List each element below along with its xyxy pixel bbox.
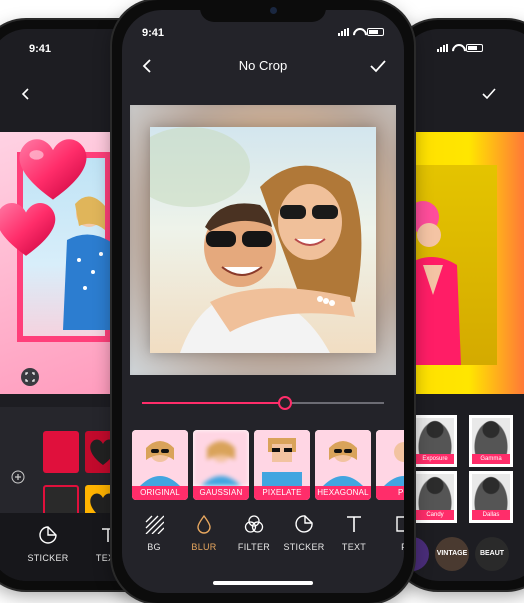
frame-icon: [396, 516, 404, 532]
photo-canvas[interactable]: [130, 105, 396, 375]
center-screen: 9:41 No Crop ORIGINAL GAUSSIAN PIXELATE …: [122, 10, 404, 593]
slider-knob[interactable]: [277, 396, 292, 410]
battery-icon: [466, 44, 483, 52]
tool-blur[interactable]: BLUR: [179, 514, 229, 552]
effect-label: ORIGINAL: [132, 486, 188, 500]
wifi-icon: [452, 44, 462, 52]
tool-label: STICKER: [27, 553, 69, 563]
effects-grid: Exposure Gamma Candy Dallas: [413, 407, 523, 523]
app-showcase: 9:41 STICKER TEXT Exposure Gamma Candy D…: [0, 0, 524, 603]
center-phone: 9:41 No Crop ORIGINAL GAUSSIAN PIXELATE …: [112, 0, 414, 603]
blur-slider[interactable]: [142, 395, 384, 411]
heart-balloon-icon: [19, 139, 87, 200]
check-icon[interactable]: [366, 54, 390, 78]
signal-icon: [437, 44, 448, 52]
tool-text[interactable]: TEXT: [329, 514, 379, 552]
effect-exposure[interactable]: Exposure: [413, 415, 457, 467]
tool-label: BG: [147, 542, 161, 552]
effect-label: Candy: [416, 510, 454, 520]
heart-balloon-icon: [0, 202, 56, 256]
tool-bg[interactable]: BG: [129, 514, 179, 552]
text-icon: [347, 516, 361, 532]
back-icon[interactable]: [19, 87, 33, 101]
tool-sticker[interactable]: STICKER: [23, 525, 73, 563]
signal-icon: [338, 28, 349, 36]
blur-effects-strip: ORIGINAL GAUSSIAN PIXELATE HEXAGONAL PO: [132, 430, 404, 502]
effect-label: PO: [376, 486, 404, 500]
tool-label: STICKER: [283, 542, 325, 552]
effect-label: Exposure: [416, 454, 454, 464]
effect-gamma[interactable]: Gamma: [469, 415, 513, 467]
effect-label: Gamma: [472, 454, 510, 464]
sticker-icon: [39, 526, 57, 544]
filter-circles-icon: [244, 515, 264, 533]
frame-thumb[interactable]: [43, 431, 79, 473]
effect-hexagonal[interactable]: HEXAGONAL: [315, 430, 371, 500]
effect-gaussian[interactable]: GAUSSIAN: [193, 430, 249, 500]
effect-label: PIXELATE: [254, 486, 310, 500]
effect-dallas[interactable]: Dallas: [469, 471, 513, 523]
bottom-toolbar: BG BLUR FILTER STICKER TEXT: [122, 514, 404, 574]
couple-photo: [150, 127, 376, 353]
slider-fill: [142, 402, 285, 404]
effect-label: HEXAGONAL: [315, 486, 371, 500]
effect-label: Dallas: [472, 510, 510, 520]
status-time: 9:41: [142, 27, 165, 39]
tool-label: FILTER: [237, 542, 271, 552]
right-photo-canvas[interactable]: [401, 132, 524, 394]
status-icons: [338, 28, 384, 36]
status-icons: [437, 44, 483, 52]
sticker-icon: [295, 515, 313, 533]
tool-label: F: [379, 542, 404, 552]
wifi-icon: [353, 28, 363, 36]
texture-icon: [145, 515, 164, 534]
tool-filter[interactable]: FILTER: [229, 514, 279, 552]
home-indicator: [213, 581, 313, 585]
tool-label: TEXT: [341, 542, 367, 552]
battery-icon: [367, 28, 384, 36]
portrait-frame: [401, 165, 497, 365]
effect-more[interactable]: PO: [376, 430, 404, 500]
right-screen: Exposure Gamma Candy Dallas VINTAGE BEAU…: [401, 29, 524, 581]
effect-original[interactable]: ORIGINAL: [132, 430, 188, 500]
drop-icon: [197, 514, 211, 534]
couple-illustration: [150, 127, 362, 353]
effect-pixelate[interactable]: PIXELATE: [254, 430, 310, 500]
notch: [200, 0, 326, 22]
tool-label: BLUR: [191, 542, 217, 552]
add-icon[interactable]: [11, 470, 25, 484]
status-time: 9:41: [29, 43, 52, 55]
check-icon[interactable]: [481, 87, 497, 101]
woman-figure: [405, 201, 461, 365]
top-bar: No Crop: [122, 50, 404, 82]
effect-label: GAUSSIAN: [193, 486, 249, 500]
round-effect-beauty[interactable]: BEAUT: [475, 537, 509, 571]
fullscreen-icon[interactable]: [21, 368, 39, 386]
tool-sticker[interactable]: STICKER: [279, 514, 329, 552]
round-effect-vintage[interactable]: VINTAGE: [435, 537, 469, 571]
status-bar: [401, 29, 524, 65]
effect-candy[interactable]: Candy: [413, 471, 457, 523]
page-title: No Crop: [238, 58, 288, 73]
tool-frame[interactable]: F: [379, 514, 404, 552]
